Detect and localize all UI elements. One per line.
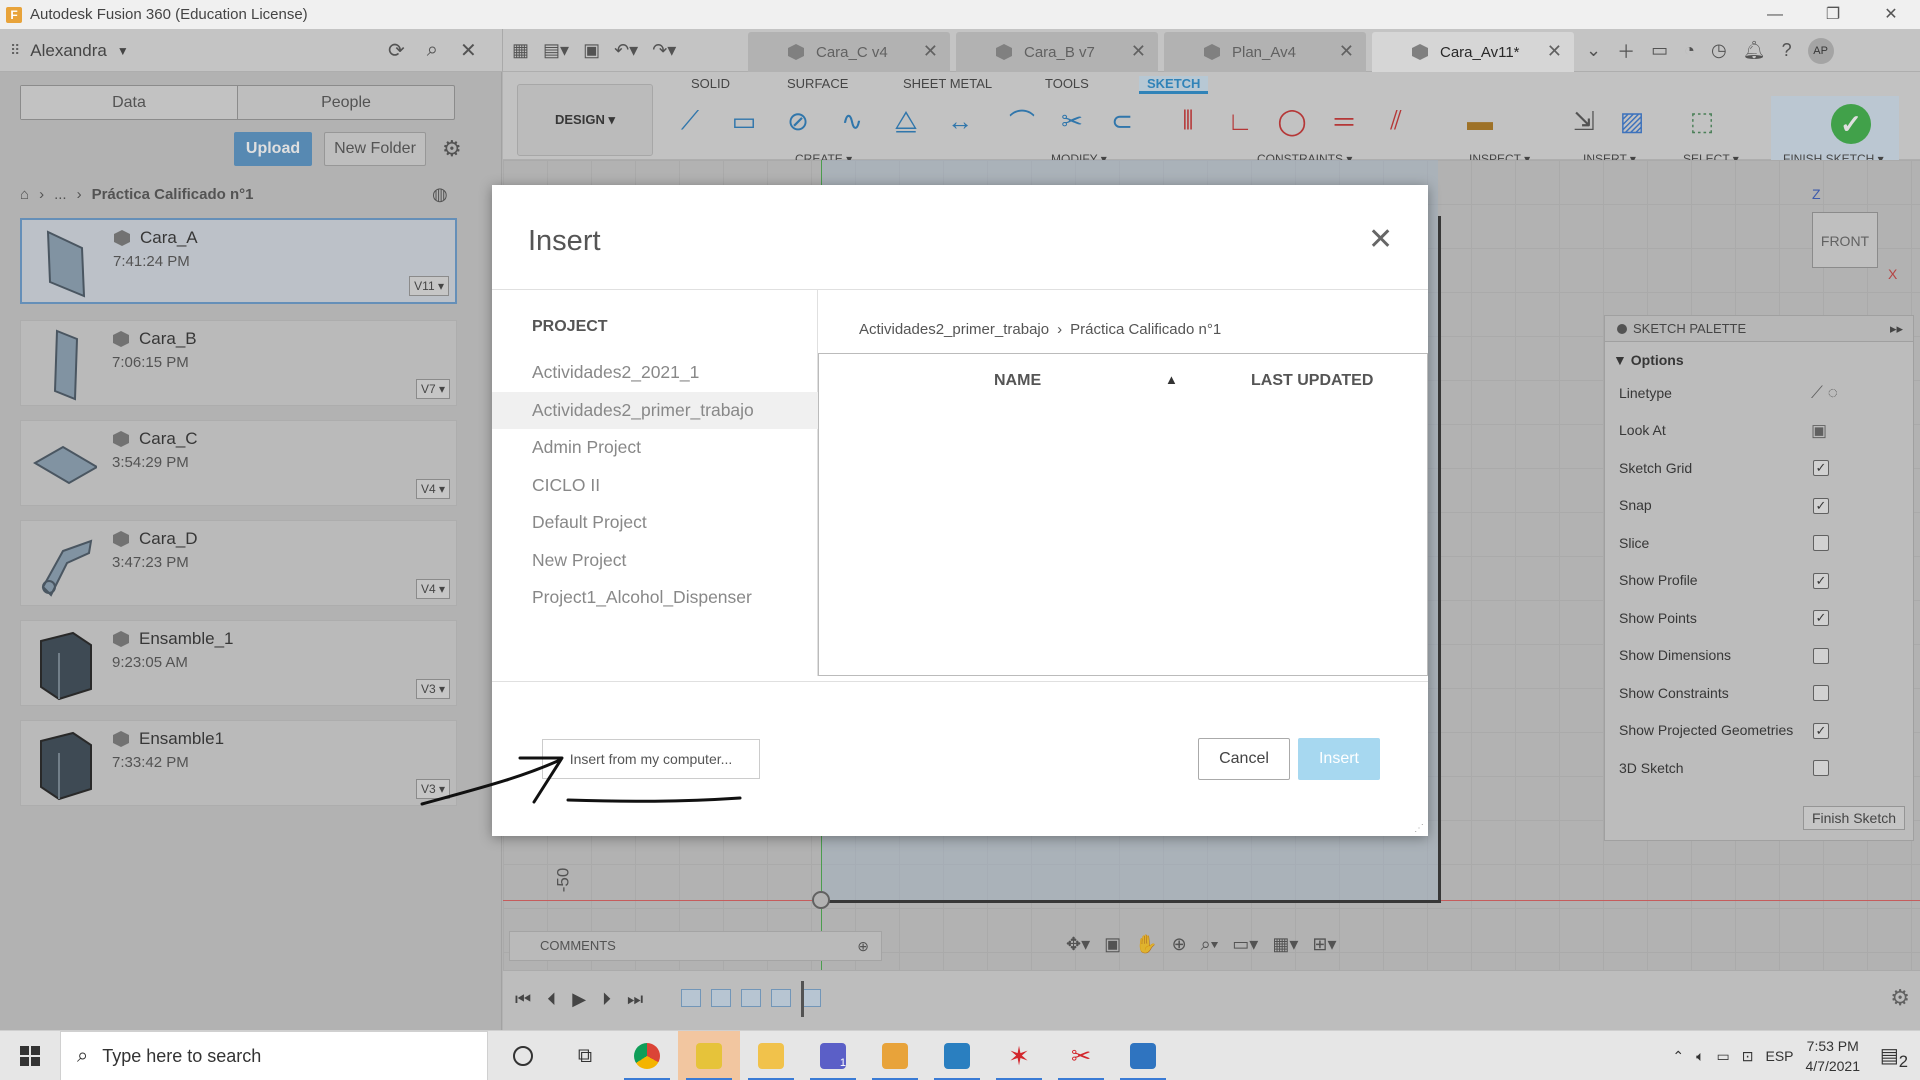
photos-icon [1130,1043,1156,1069]
system-tray: ⌃ 🔈︎ ▭ ⊡ ESP 7:53 PM 4/7/2021 [1672,1031,1860,1080]
cortana-button[interactable] [492,1031,554,1080]
restore-button[interactable]: ❐ [1804,0,1862,29]
insert-button[interactable]: Insert [1298,738,1380,780]
project-item[interactable]: Admin Project [492,429,818,467]
battery-icon[interactable]: ▭ [1717,1048,1730,1065]
title-bar: F Autodesk Fusion 360 (Education License… [0,0,1920,29]
sticky-notes-icon [696,1043,722,1069]
window-controls: — ❐ ✕ [1746,0,1920,29]
network-icon[interactable]: ⊡ [1742,1048,1754,1065]
clock[interactable]: 7:53 PM 4/7/2021 [1806,1036,1861,1076]
project-item[interactable]: Default Project [492,504,818,542]
column-header-last-updated[interactable]: LAST UPDATED [1251,372,1373,390]
breadcrumb-project[interactable]: Actividades2_primer_trabajo [859,321,1049,338]
cortana-icon [513,1046,533,1066]
chrome-icon [634,1043,660,1069]
video-app[interactable] [926,1031,988,1080]
breadcrumb-folder: Práctica Calificado n°1 [1070,321,1222,338]
project-item[interactable]: New Project [492,542,818,580]
hand-drawn-arrow-annotation [420,756,742,806]
star-app-icon: ✶ [1008,1040,1030,1071]
chevron-up-icon[interactable]: ⌃ [1672,1048,1684,1065]
dialog-title: Insert [528,225,601,257]
divider [492,681,1428,682]
project-item-selected[interactable]: Actividades2_primer_trabajo [492,391,818,429]
close-window-button[interactable]: ✕ [1862,0,1920,29]
language-indicator[interactable]: ESP [1765,1048,1793,1064]
video-editor-icon [944,1043,970,1069]
task-view-icon: ⧉ [577,1044,593,1067]
sticky-app[interactable] [678,1031,740,1080]
project-list-pane: PROJECT Actividades2_2021_1 Actividades2… [492,290,818,676]
red-star-app[interactable]: ✶ [988,1031,1050,1080]
insert-dialog: Insert ✕ PROJECT Actividades2_2021_1 Act… [492,185,1428,836]
folder-icon [758,1043,784,1069]
fusion-app[interactable] [864,1031,926,1080]
teams-icon: 1 [820,1043,846,1069]
windows-taskbar: ⌕ Type here to search ⧉ 1 ✶ ✂ ⌃ 🔈︎ ▭ ⊡ E… [0,1030,1920,1080]
cancel-button[interactable]: Cancel [1198,738,1290,780]
window-title: Autodesk Fusion 360 (Education License) [30,6,308,23]
fusion-logo-icon: F [6,6,22,23]
column-header-name[interactable]: NAME [994,372,1041,390]
snipping-tool-icon: ✂ [1070,1042,1092,1070]
file-explorer-app[interactable] [740,1031,802,1080]
project-heading: PROJECT [532,318,608,335]
notification-count: 2 [1898,1052,1908,1071]
start-button[interactable] [0,1031,60,1080]
taskbar-apps: ⧉ 1 ✶ ✂ [492,1031,1174,1080]
task-view-button[interactable]: ⧉ [554,1031,616,1080]
resize-handle-icon[interactable]: ⋰ [1414,823,1424,834]
close-icon[interactable]: ✕ [1368,225,1393,255]
photos-app[interactable] [1112,1031,1174,1080]
teams-app[interactable]: 1 [802,1031,864,1080]
fusion-taskbar-icon [882,1043,908,1069]
file-table: NAME ▲ LAST UPDATED [818,353,1428,676]
taskbar-search[interactable]: ⌕ Type here to search [60,1031,488,1080]
sort-ascending-icon[interactable]: ▲ [1165,372,1178,387]
chrome-app[interactable] [616,1031,678,1080]
dialog-breadcrumb: Actividades2_primer_trabajo › Práctica C… [859,321,1221,338]
minimize-button[interactable]: — [1746,0,1804,29]
search-icon: ⌕ [77,1044,89,1067]
project-item[interactable]: Project1_Alcohol_Dispenser [492,579,818,617]
clock-time: 7:53 PM [1806,1038,1859,1054]
snip-app[interactable]: ✂ [1050,1031,1112,1080]
windows-logo-icon [20,1046,40,1066]
project-item[interactable]: Actividades2_2021_1 [492,354,818,392]
project-list: Actividades2_2021_1 Actividades2_primer_… [492,354,818,617]
breadcrumb-separator: › [1057,321,1063,338]
project-item[interactable]: CICLO II [492,467,818,505]
volume-icon[interactable]: 🔈︎ [1696,1048,1704,1065]
search-placeholder: Type here to search [102,1045,262,1066]
clock-date: 4/7/2021 [1805,1058,1861,1074]
notification-center-icon[interactable]: ▤2 [1880,1043,1908,1072]
